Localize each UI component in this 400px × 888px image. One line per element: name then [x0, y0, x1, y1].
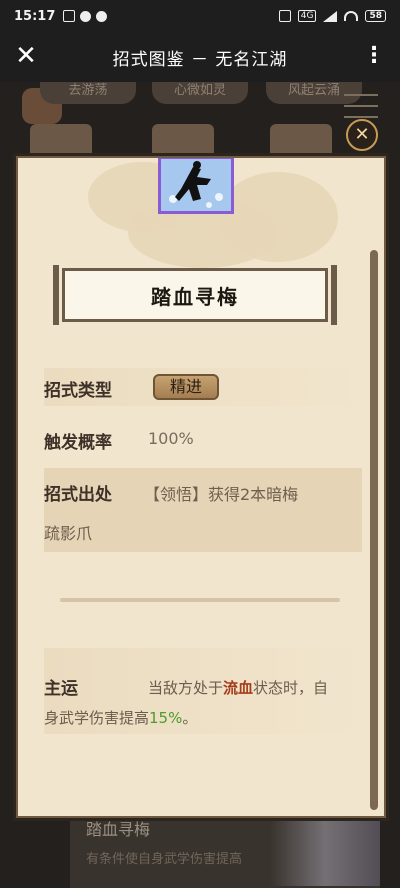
chat-icon: [96, 10, 108, 22]
status-bar: 15:17 4G 58: [0, 0, 400, 32]
effect-line1-suffix: 状态时，自: [253, 679, 329, 697]
battery-indicator: 58: [365, 10, 386, 22]
close-icon[interactable]: ✕: [14, 43, 38, 69]
bg-tab-2: 心微如灵: [152, 82, 248, 104]
page-title: 招式图鉴 － 无名江湖: [112, 49, 288, 70]
trigger-value: 100%: [148, 429, 194, 448]
wifi-icon: [344, 11, 359, 21]
bg-tab-1: 去游荡: [40, 82, 136, 104]
signal-icon: [323, 10, 338, 22]
bg-bottom-skill-name: 踏血寻梅: [86, 820, 151, 839]
bg-character-figure: [270, 816, 380, 886]
effect-line1-prefix: 当敌方处于: [148, 679, 224, 697]
gallery-icon: [63, 10, 76, 22]
effect-line2: 身武学伤害提高15%。: [44, 707, 197, 728]
effect-percent-highlight: 15%: [149, 709, 183, 727]
effect-label: 主运: [44, 679, 78, 699]
more-options-icon[interactable]: ⋮: [362, 44, 386, 70]
title-bar: ✕ 招式图鉴 － 无名江湖 ⋮: [0, 32, 400, 82]
skill-name: 踏血寻梅: [151, 284, 239, 309]
skill-name-plate: 踏血寻梅: [53, 265, 337, 325]
map-pin-icon: [80, 10, 92, 22]
bg-bottom-skill-card: 踏血寻梅 有条件使自身武学伤害提高: [70, 810, 380, 888]
menu-icon: [344, 94, 378, 120]
divider: [60, 598, 340, 602]
skill-icon: [158, 158, 234, 214]
effect-line2-suffix: 。: [182, 709, 198, 727]
trigger-label: 触发概率: [44, 433, 112, 453]
dialog-close-button[interactable]: ✕: [346, 119, 378, 151]
network-badge: 4G: [297, 10, 317, 22]
effect-line1: 当敌方处于流血状态时，自: [148, 677, 328, 698]
status-time: 15:17: [14, 8, 56, 24]
effect-status-highlight: 流血: [223, 679, 254, 697]
source-label: 招式出处: [44, 485, 112, 505]
source-text-line1: 【领悟】获得2本暗梅: [144, 485, 299, 504]
mute-icon: [278, 10, 291, 22]
effect-line2-prefix: 身武学伤害提高: [44, 709, 150, 727]
source-text-line2: 疏影爪: [44, 524, 93, 543]
bg-bottom-skill-desc: 有条件使自身武学伤害提高: [86, 852, 243, 867]
type-label: 招式类型: [44, 381, 112, 401]
dialog-scrollbar[interactable]: [370, 250, 378, 810]
skill-detail-dialog: 踏血寻梅 招式类型 精进 触发概率 100% 招式出处 【领悟】获得2本暗梅 疏…: [16, 156, 386, 818]
type-badge: 精进: [153, 374, 219, 400]
